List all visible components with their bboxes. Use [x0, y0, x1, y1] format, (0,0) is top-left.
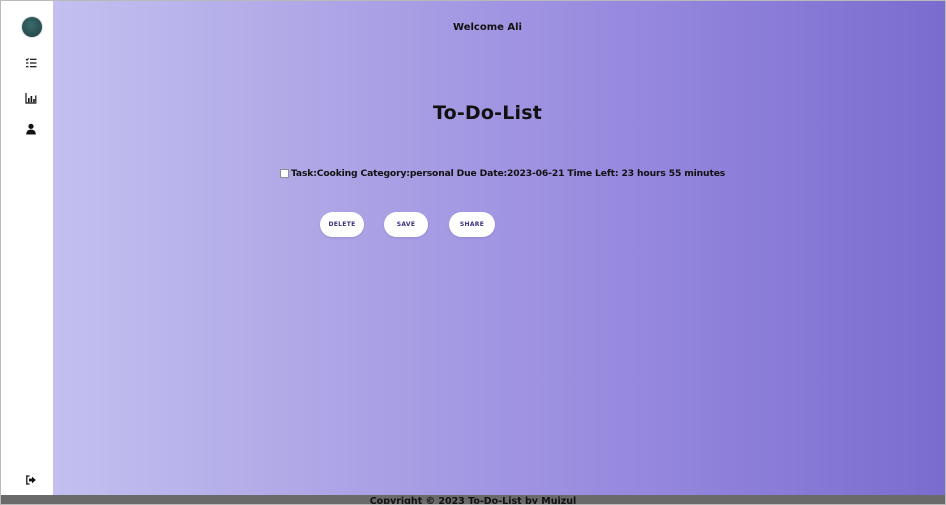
copyright-text: Copyright © 2023 To-Do-List by Muizul — [369, 496, 577, 505]
share-button[interactable]: SHARE — [449, 212, 495, 237]
chart-icon[interactable] — [25, 92, 37, 104]
task-list-icon[interactable] — [25, 57, 37, 69]
sidebar — [1, 1, 53, 495]
task-text: Task:Cooking Category:personal Due Date:… — [291, 167, 726, 179]
main-content: Welcome Ali To-Do-List Task:Cooking Cate… — [53, 1, 945, 495]
page-title: To-Do-List — [432, 102, 543, 124]
user-icon[interactable] — [25, 123, 37, 135]
save-button[interactable]: SAVE — [384, 212, 428, 237]
welcome-message: Welcome Ali — [453, 22, 522, 33]
delete-button[interactable]: DELETE — [320, 212, 364, 237]
task-checkbox[interactable] — [280, 168, 289, 178]
footer: Copyright © 2023 To-Do-List by Muizul — [1, 495, 945, 505]
app-window: Welcome Ali To-Do-List Task:Cooking Cate… — [0, 0, 946, 505]
user-avatar[interactable] — [22, 17, 42, 37]
task-item: Task:Cooking Category:personal Due Date:… — [280, 166, 725, 180]
logout-icon[interactable] — [25, 474, 37, 486]
